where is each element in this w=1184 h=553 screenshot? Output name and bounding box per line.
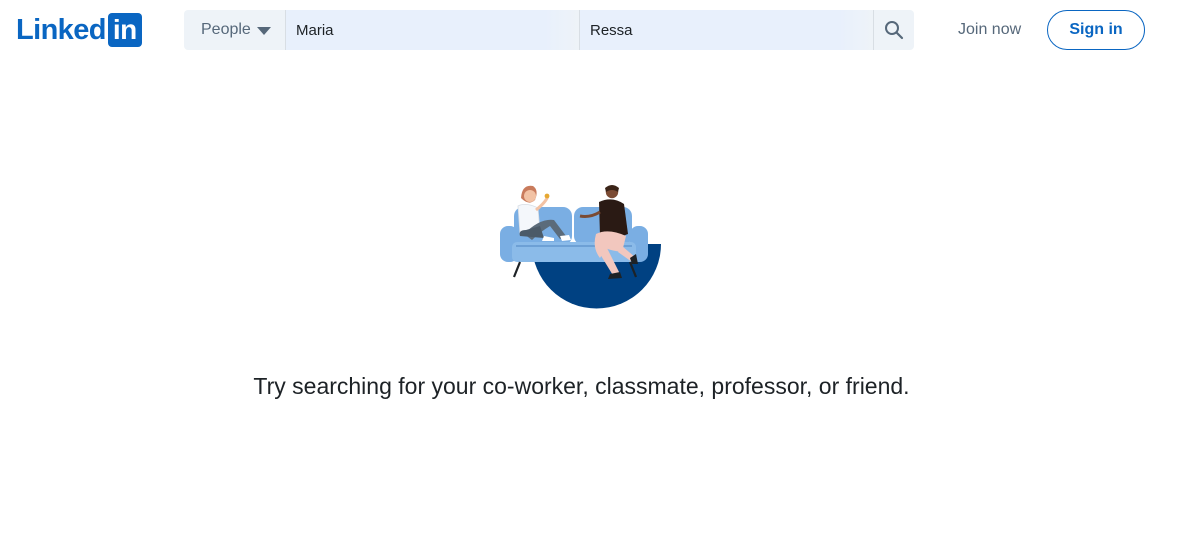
people-search-bar: People	[184, 10, 914, 50]
people-search-page: Linked in People Join now Sign in	[0, 0, 1184, 553]
logo-in-box: in	[107, 13, 142, 47]
sign-in-button[interactable]: Sign in	[1047, 10, 1145, 50]
search-category-dropdown[interactable]: People	[184, 10, 286, 50]
last-name-input[interactable]	[580, 10, 873, 50]
people-on-sofa-illustration	[500, 185, 661, 309]
logo-wordmark: Linked	[16, 14, 106, 46]
search-icon	[885, 21, 904, 40]
first-name-input[interactable]	[286, 10, 580, 50]
search-category-label: People	[201, 21, 251, 38]
caret-down-icon	[256, 26, 271, 35]
search-button[interactable]	[873, 10, 914, 50]
search-prompt-text: Try searching for your co-worker, classm…	[253, 373, 910, 399]
linkedin-logo[interactable]: Linked in	[16, 13, 142, 47]
top-nav: Linked in People Join now Sign in	[0, 0, 1184, 62]
join-now-link[interactable]: Join now	[958, 20, 1021, 40]
